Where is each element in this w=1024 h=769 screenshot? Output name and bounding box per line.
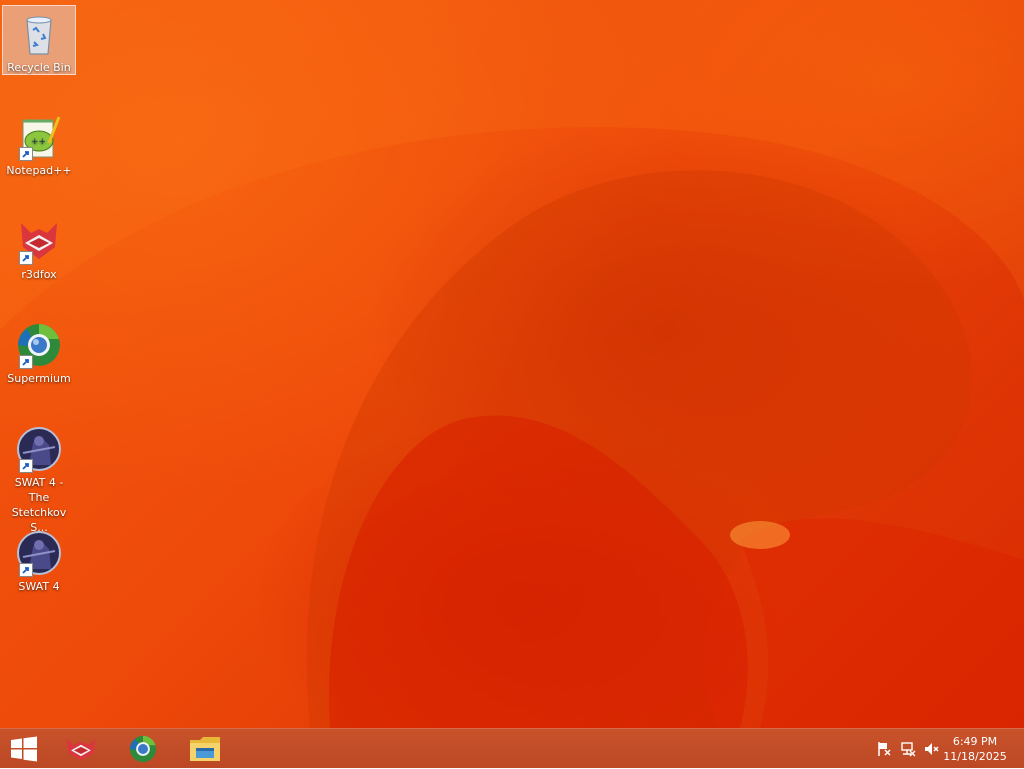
start-button[interactable] (4, 729, 44, 769)
desktop[interactable]: Recycle Bin ++ Notepad++ r3dfox Supermiu… (0, 0, 1024, 728)
windows-logo-icon (11, 736, 37, 762)
shortcut-arrow-icon (19, 563, 33, 577)
r3dfox-icon (15, 217, 63, 265)
shortcut-arrow-icon (19, 147, 33, 161)
volume-muted-icon[interactable] (924, 741, 940, 757)
file-explorer-icon (190, 737, 220, 761)
swat4-stetchkov-icon (15, 425, 63, 473)
swat4-stetchkov-shortcut[interactable]: SWAT 4 - The Stetchkov S... (2, 421, 76, 535)
recycle-bin-shortcut[interactable]: Recycle Bin (2, 5, 76, 75)
clock-date: 11/18/2025 (943, 750, 1007, 763)
swat4-icon (15, 529, 63, 577)
system-tray: 6:49 PM 11/18/2025 (864, 729, 1024, 769)
clock-time: 6:49 PM (952, 735, 998, 748)
action-center-flag-icon[interactable] (876, 741, 892, 757)
svg-text:++: ++ (31, 137, 46, 147)
taskbar: 6:49 PM 11/18/2025 (0, 728, 1024, 768)
taskbar-file-explorer-button[interactable] (179, 729, 231, 769)
r3dfox-icon (66, 739, 96, 761)
supermium-shortcut[interactable]: Supermium (2, 317, 76, 386)
wallpaper-swirl (0, 0, 1024, 728)
notepadpp-icon: ++ (15, 113, 63, 161)
notepadpp-shortcut[interactable]: ++ Notepad++ (2, 109, 76, 178)
shortcut-arrow-icon (19, 459, 33, 473)
taskbar-supermium-button[interactable] (117, 729, 169, 769)
supermium-icon (15, 321, 63, 369)
network-icon[interactable] (900, 741, 916, 757)
r3dfox-shortcut[interactable]: r3dfox (2, 213, 76, 282)
taskbar-r3dfox-button[interactable] (55, 729, 107, 769)
recycle-bin-icon (15, 10, 63, 58)
shortcut-arrow-icon (19, 251, 33, 265)
supermium-icon (129, 735, 157, 763)
swat4-shortcut[interactable]: SWAT 4 (2, 525, 76, 594)
shortcut-arrow-icon (19, 355, 33, 369)
taskbar-clock[interactable]: 6:49 PM 11/18/2025 (940, 734, 1010, 764)
